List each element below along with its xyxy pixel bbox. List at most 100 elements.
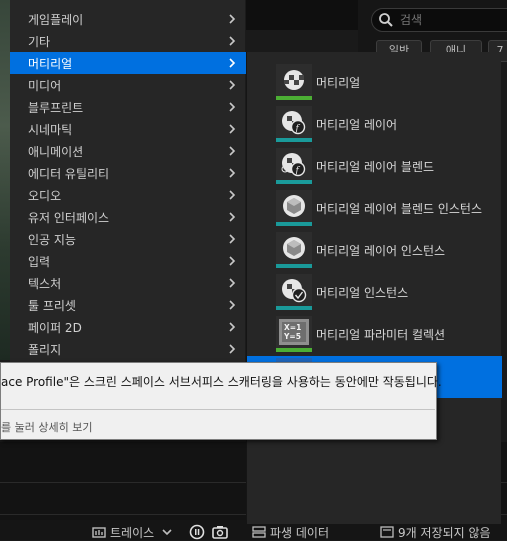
category-item[interactable]: 인공 지능 <box>10 228 246 250</box>
chevron-right-icon <box>229 212 236 222</box>
derived-data-icon <box>252 526 266 538</box>
category-item[interactable]: 유저 인터페이스 <box>10 206 246 228</box>
category-item-label: 애니메이션 <box>28 145 84 159</box>
svg-text:Y=5: Y=5 <box>283 332 301 341</box>
asset-type-item[interactable]: 머티리얼 <box>247 62 502 104</box>
source-control-icon <box>380 526 394 538</box>
asset-type-item[interactable]: ƒ 머티리얼 레이어 <box>247 104 502 146</box>
category-item-label: 머티리얼 <box>28 57 73 71</box>
category-item-label: 폴리지 <box>28 343 62 357</box>
search-input[interactable] <box>400 12 500 28</box>
category-item-label: 페이퍼 2D <box>28 321 82 335</box>
chevron-right-icon <box>229 58 236 68</box>
category-item-label: 미디어 <box>28 79 62 93</box>
derived-data-label: 파생 데이터 <box>270 526 330 540</box>
asset-type-color-bar <box>276 138 312 142</box>
chevron-right-icon <box>229 102 236 112</box>
asset-type-color-bar <box>276 306 312 310</box>
category-item-label: 기타 <box>28 35 51 49</box>
chevron-right-icon <box>229 124 236 134</box>
material-instance-icon <box>276 274 312 306</box>
asset-type-label: 머티리얼 레이어 블렌드 <box>316 160 435 174</box>
category-item[interactable]: 페이퍼 2D <box>10 316 246 338</box>
chevron-right-icon <box>229 300 236 310</box>
asset-type-item[interactable]: 머티리얼 인스턴스 <box>247 272 502 314</box>
unsaved-assets-label: 9개 저장되지 않음 <box>398 526 491 540</box>
trace-button[interactable]: 트레이스 <box>110 524 154 540</box>
tooltip-divider <box>1 409 435 410</box>
record-icon[interactable] <box>189 524 205 540</box>
chevron-right-icon <box>229 322 236 332</box>
trace-icon <box>92 527 106 538</box>
material-layer-blend-icon: ƒ <box>276 148 312 180</box>
chevron-right-icon <box>229 168 236 178</box>
asset-type-color-bar <box>276 222 312 226</box>
asset-type-color-bar <box>276 96 312 100</box>
asset-type-item[interactable]: X=1 Y=5 머티리얼 파라미터 컬렉션 <box>247 314 502 356</box>
chevron-right-icon <box>229 190 236 200</box>
chevron-right-icon <box>229 36 236 46</box>
asset-type-label: 머티리얼 <box>316 76 361 90</box>
asset-type-color-bar <box>276 264 312 268</box>
category-item[interactable]: 텍스처 <box>10 272 246 294</box>
category-item-label: 에디터 유틸리티 <box>28 167 110 181</box>
asset-type-color-bar <box>276 180 312 184</box>
chevron-right-icon <box>229 80 236 90</box>
material-parameter-collection-icon: X=1Y=5 <box>276 316 312 348</box>
category-item[interactable]: 에디터 유틸리티 <box>10 162 246 184</box>
trace-label: 트레이스 <box>110 526 155 540</box>
tooltip: ace Profile"은 스크린 스페이스 서브서피스 스캐터링을 사용하는 … <box>0 362 442 440</box>
asset-type-item[interactable]: 머티리얼 레이어 인스턴스 <box>247 230 502 272</box>
asset-type-label: 머티리얼 인스턴스 <box>316 286 409 300</box>
category-item[interactable]: 시네마틱 <box>10 118 246 140</box>
asset-type-item[interactable]: 머티리얼 레이어 블렌드 인스턴스 <box>247 188 502 230</box>
viewport-strip <box>246 0 358 30</box>
chevron-right-icon <box>229 278 236 288</box>
category-item[interactable]: 블루프린트 <box>10 96 246 118</box>
search-icon <box>379 13 393 27</box>
material-icon <box>276 64 312 96</box>
category-item[interactable]: 오디오 <box>10 184 246 206</box>
category-item-label: 툴 프리셋 <box>28 299 76 313</box>
category-item[interactable]: 폴리지 <box>10 338 246 360</box>
category-item[interactable]: 툴 프리셋 <box>10 294 246 316</box>
category-item-label: 오디오 <box>28 189 62 203</box>
category-item[interactable]: 게임플레이 <box>10 8 246 30</box>
category-menu: 게임플레이기타머티리얼미디어블루프린트시네마틱애니메이션에디터 유틸리티오디오유… <box>10 0 246 362</box>
category-item[interactable]: 입력 <box>10 250 246 272</box>
asset-type-label: 머티리얼 레이어 <box>316 118 398 132</box>
asset-type-submenu: 머티리얼 ƒ 머티리얼 레이어 ƒ 머티리얼 레이어 블렌드머티리얼 레이어 블렌드 인… <box>246 52 502 524</box>
category-item-label: 텍스처 <box>28 277 62 291</box>
asset-type-label: 머티리얼 레이어 인스턴스 <box>316 244 446 258</box>
category-item-label: 시네마틱 <box>28 123 73 137</box>
derived-data-button[interactable]: 파생 데이터 <box>270 524 329 540</box>
chevron-right-icon <box>229 234 236 244</box>
category-item-label: 인공 지능 <box>28 233 76 247</box>
category-item[interactable]: 애니메이션 <box>10 140 246 162</box>
asset-type-label: 머티리얼 파라미터 컬렉션 <box>316 328 446 342</box>
category-item-label: 유저 인터페이스 <box>28 211 110 225</box>
category-item-label: 블루프린트 <box>28 101 84 115</box>
viewport-background <box>0 0 10 360</box>
chevron-right-icon <box>229 14 236 24</box>
category-item[interactable]: 기타 <box>10 30 246 52</box>
material-layer-icon: ƒ <box>276 106 312 138</box>
unsaved-assets-button[interactable]: 9개 저장되지 않음 <box>398 524 491 540</box>
chevron-down-icon[interactable] <box>162 528 172 536</box>
asset-type-label: 머티리얼 레이어 블렌드 인스턴스 <box>316 202 483 216</box>
asset-type-color-bar <box>276 348 312 352</box>
tooltip-text: ace Profile"은 스크린 스페이스 서브서피스 스캐터링을 사용하는 … <box>1 375 442 389</box>
asset-type-item[interactable]: ƒ 머티리얼 레이어 블렌드 <box>247 146 502 188</box>
tooltip-hint: 를 눌러 상세히 보기 <box>1 421 93 434</box>
material-layer-instance-icon <box>276 232 312 264</box>
chevron-right-icon <box>229 256 236 266</box>
chevron-right-icon <box>229 344 236 354</box>
screenshot-icon[interactable] <box>212 524 228 540</box>
category-item-label: 입력 <box>28 255 51 269</box>
category-item-label: 게임플레이 <box>28 13 84 27</box>
category-item[interactable]: 미디어 <box>10 74 246 96</box>
material-layer-blend-instance-icon <box>276 190 312 222</box>
svg-text:X=1: X=1 <box>284 323 301 332</box>
chevron-right-icon <box>229 146 236 156</box>
category-item[interactable]: 머티리얼 <box>10 52 246 74</box>
